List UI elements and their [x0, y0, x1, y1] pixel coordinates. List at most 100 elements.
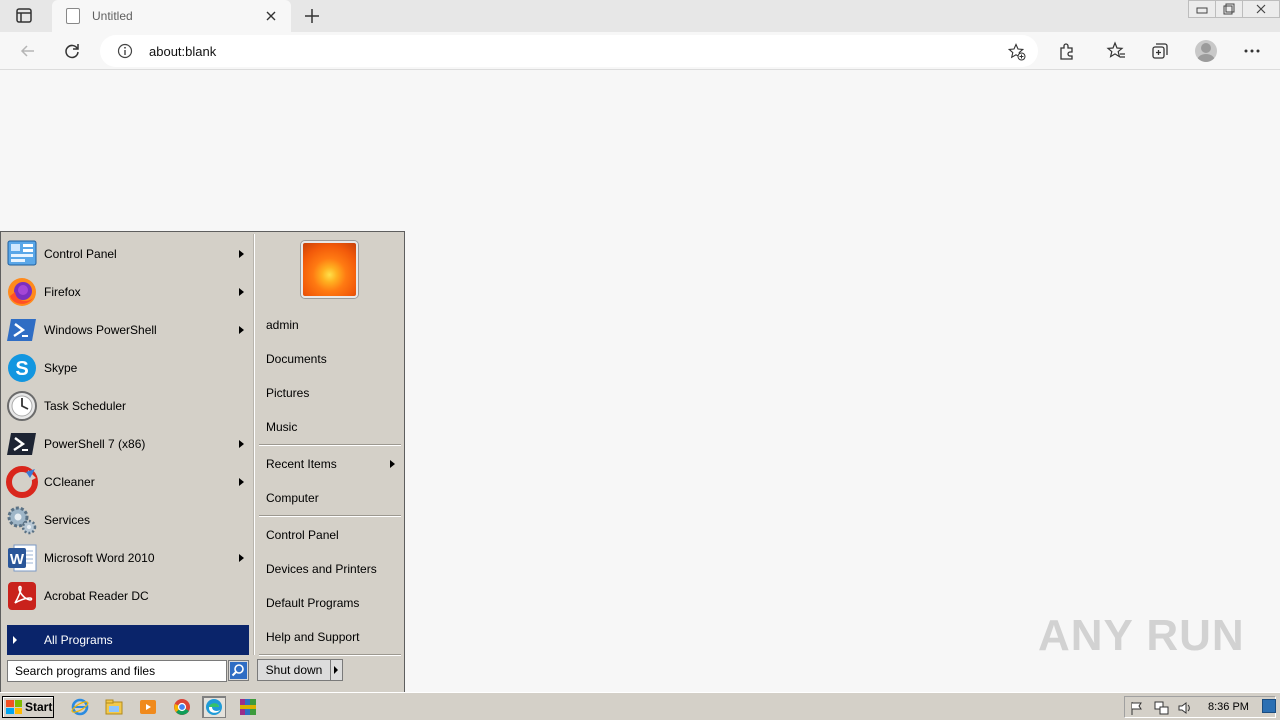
submenu-arrow-icon: [239, 554, 244, 562]
info-icon[interactable]: [117, 43, 133, 59]
back-icon[interactable]: [17, 40, 39, 62]
program-label: Microsoft Word 2010: [44, 551, 155, 565]
taskbar: Start 8:36 PM: [0, 692, 1280, 720]
start-button[interactable]: Start: [2, 696, 54, 718]
program-label: CCleaner: [44, 475, 95, 489]
media-player-icon: [140, 700, 156, 714]
program-windows-powershell[interactable]: Windows PowerShell: [6, 312, 250, 348]
collections-icon[interactable]: [1149, 40, 1171, 62]
control-panel-link[interactable]: Control Panel: [266, 528, 339, 542]
menu-column-divider: [253, 234, 255, 655]
minimize-icon[interactable]: [1188, 0, 1216, 18]
add-favorite-icon[interactable]: [1007, 43, 1026, 61]
devices-printers-link[interactable]: Devices and Printers: [266, 562, 377, 576]
word-icon: W: [6, 542, 38, 574]
documents-link[interactable]: Documents: [266, 352, 327, 366]
address-bar[interactable]: about:blank: [100, 35, 1038, 67]
shut-down-button[interactable]: Shut down: [257, 659, 331, 681]
skype-icon: S: [6, 352, 38, 384]
all-programs-button[interactable]: All Programs: [7, 625, 249, 655]
windows-logo-icon: [6, 700, 22, 714]
taskbar-edge[interactable]: [202, 696, 226, 718]
shut-down-options-button[interactable]: [330, 659, 343, 681]
profile-avatar-icon[interactable]: [1195, 40, 1217, 62]
default-programs-link[interactable]: Default Programs: [266, 596, 359, 610]
search-button[interactable]: [228, 660, 249, 681]
network-icon[interactable]: [1153, 700, 1169, 716]
program-control-panel[interactable]: Control Panel: [6, 236, 250, 272]
taskbar-ie[interactable]: [68, 696, 92, 718]
taskbar-media-player[interactable]: [136, 696, 160, 718]
chrome-icon: [174, 699, 190, 715]
pictures-link[interactable]: Pictures: [266, 386, 309, 400]
page-icon: [66, 8, 80, 24]
program-ccleaner[interactable]: CCleaner: [6, 464, 250, 500]
search-icon: [230, 662, 247, 679]
menu-separator: [259, 654, 401, 656]
program-label: Skype: [44, 361, 78, 375]
program-services[interactable]: Services: [6, 502, 250, 538]
action-center-flag-icon[interactable]: [1129, 700, 1145, 716]
url-text[interactable]: about:blank: [149, 44, 216, 59]
tab-actions-icon: [16, 8, 32, 23]
show-desktop-icon[interactable]: [1262, 699, 1276, 713]
ccleaner-icon: [6, 466, 38, 498]
computer-link[interactable]: Computer: [266, 491, 319, 505]
services-icon: [6, 504, 38, 536]
start-search-box[interactable]: [7, 660, 227, 682]
program-firefox[interactable]: Firefox: [6, 274, 250, 310]
submenu-arrow-icon: [239, 440, 244, 448]
program-microsoft-word[interactable]: W Microsoft Word 2010: [6, 540, 250, 576]
submenu-arrow-icon: [239, 326, 244, 334]
taskbar-chrome[interactable]: [170, 696, 194, 718]
internet-explorer-icon: [71, 698, 89, 716]
taskbar-winrar[interactable]: [236, 696, 260, 718]
favorites-icon[interactable]: [1105, 40, 1127, 62]
submenu-arrow-icon: [390, 460, 395, 468]
browser-tab-bar: Untitled: [0, 0, 1280, 32]
powershell7-icon: [6, 428, 38, 460]
program-skype[interactable]: S Skype: [6, 350, 250, 386]
clock[interactable]: 8:36 PM: [1208, 701, 1249, 713]
browser-toolbar: about:blank: [0, 32, 1280, 70]
program-label: Acrobat Reader DC: [44, 589, 149, 603]
svg-text:S: S: [15, 358, 28, 380]
menu-separator: [259, 515, 401, 517]
program-task-scheduler[interactable]: Task Scheduler: [6, 388, 250, 424]
close-window-icon[interactable]: [1242, 0, 1280, 18]
program-label: Services: [44, 513, 91, 527]
winrar-icon: [240, 699, 256, 715]
extensions-icon[interactable]: [1056, 40, 1078, 62]
new-tab-icon[interactable]: [302, 6, 322, 26]
start-search-input[interactable]: [8, 661, 226, 681]
refresh-icon[interactable]: [61, 40, 83, 62]
program-label: Control Panel: [44, 247, 117, 261]
user-picture[interactable]: [301, 241, 358, 298]
volume-icon[interactable]: [1177, 700, 1193, 716]
svg-text:W: W: [10, 551, 25, 568]
browser-tab[interactable]: Untitled: [52, 0, 291, 32]
control-panel-icon: [6, 238, 38, 270]
folder-icon: [105, 699, 123, 715]
menu-separator: [259, 444, 401, 446]
watermark: ANY RUN: [1038, 611, 1245, 660]
program-label: Windows PowerShell: [44, 323, 157, 337]
edge-icon: [206, 699, 222, 715]
program-powershell-7[interactable]: PowerShell 7 (x86): [6, 426, 250, 462]
powershell-icon: [6, 314, 38, 346]
taskbar-explorer[interactable]: [102, 696, 126, 718]
tab-actions-button[interactable]: [8, 6, 40, 26]
program-acrobat-reader[interactable]: Acrobat Reader DC: [6, 578, 250, 614]
all-programs-arrow-icon: [13, 636, 17, 644]
start-label: Start: [25, 700, 53, 714]
system-tray: [1124, 696, 1276, 718]
program-label: Firefox: [44, 285, 81, 299]
close-tab-icon[interactable]: [263, 8, 279, 24]
music-link[interactable]: Music: [266, 420, 297, 434]
more-options-icon[interactable]: [1241, 40, 1263, 62]
recent-items-link[interactable]: Recent Items: [266, 457, 337, 471]
restore-icon[interactable]: [1215, 0, 1243, 18]
user-folder-link[interactable]: admin: [266, 318, 299, 332]
help-support-link[interactable]: Help and Support: [266, 630, 359, 644]
tab-title: Untitled: [92, 9, 133, 23]
